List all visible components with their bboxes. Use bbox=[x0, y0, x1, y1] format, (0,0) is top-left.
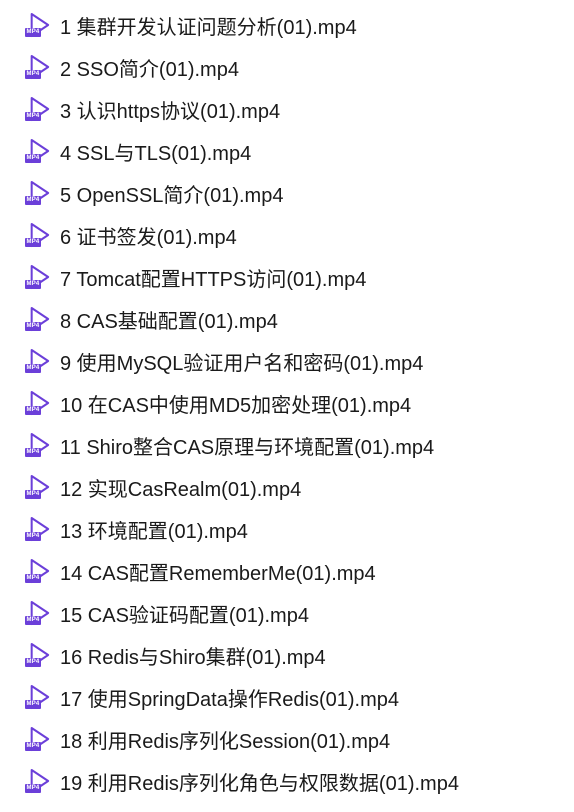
video-play-icon: MP4 bbox=[28, 474, 50, 500]
video-play-icon: MP4 bbox=[28, 54, 50, 80]
file-name-label: 1 集群开发认证问题分析(01).mp4 bbox=[60, 11, 357, 40]
file-type-badge: MP4 bbox=[25, 406, 41, 415]
file-item[interactable]: MP4 12 实现CasRealm(01).mp4 bbox=[28, 466, 574, 508]
file-item[interactable]: MP4 2 SSO简介(01).mp4 bbox=[28, 46, 574, 88]
file-name-label: 10 在CAS中使用MD5加密处理(01).mp4 bbox=[60, 389, 411, 418]
video-play-icon: MP4 bbox=[28, 12, 50, 38]
video-play-icon: MP4 bbox=[28, 558, 50, 584]
video-play-icon: MP4 bbox=[28, 684, 50, 710]
file-type-badge: MP4 bbox=[25, 28, 41, 37]
file-type-badge: MP4 bbox=[25, 448, 41, 457]
file-name-label: 14 CAS配置RememberMe(01).mp4 bbox=[60, 557, 376, 586]
file-type-badge: MP4 bbox=[25, 742, 41, 751]
file-item[interactable]: MP4 18 利用Redis序列化Session(01).mp4 bbox=[28, 718, 574, 760]
file-item[interactable]: MP4 14 CAS配置RememberMe(01).mp4 bbox=[28, 550, 574, 592]
file-name-label: 17 使用SpringData操作Redis(01).mp4 bbox=[60, 683, 399, 712]
file-type-badge: MP4 bbox=[25, 238, 41, 247]
file-name-label: 4 SSL与TLS(01).mp4 bbox=[60, 137, 251, 166]
file-type-badge: MP4 bbox=[25, 196, 41, 205]
video-play-icon: MP4 bbox=[28, 96, 50, 122]
file-name-label: 5 OpenSSL简介(01).mp4 bbox=[60, 179, 283, 208]
file-type-badge: MP4 bbox=[25, 784, 41, 793]
video-play-icon: MP4 bbox=[28, 180, 50, 206]
video-play-icon: MP4 bbox=[28, 222, 50, 248]
file-name-label: 9 使用MySQL验证用户名和密码(01).mp4 bbox=[60, 347, 423, 376]
file-item[interactable]: MP4 8 CAS基础配置(01).mp4 bbox=[28, 298, 574, 340]
file-type-badge: MP4 bbox=[25, 658, 41, 667]
video-play-icon: MP4 bbox=[28, 306, 50, 332]
file-type-badge: MP4 bbox=[25, 70, 41, 79]
file-name-label: 6 证书签发(01).mp4 bbox=[60, 221, 237, 250]
video-play-icon: MP4 bbox=[28, 768, 50, 794]
video-play-icon: MP4 bbox=[28, 264, 50, 290]
file-type-badge: MP4 bbox=[25, 364, 41, 373]
file-name-label: 7 Tomcat配置HTTPS访问(01).mp4 bbox=[60, 263, 366, 292]
file-type-badge: MP4 bbox=[25, 112, 41, 121]
file-name-label: 19 利用Redis序列化角色与权限数据(01).mp4 bbox=[60, 767, 459, 796]
file-type-badge: MP4 bbox=[25, 154, 41, 163]
file-type-badge: MP4 bbox=[25, 616, 41, 625]
file-list: MP4 1 集群开发认证问题分析(01).mp4 MP4 2 SSO简介(01).m… bbox=[28, 4, 574, 802]
file-item[interactable]: MP4 10 在CAS中使用MD5加密处理(01).mp4 bbox=[28, 382, 574, 424]
file-item[interactable]: MP4 17 使用SpringData操作Redis(01).mp4 bbox=[28, 676, 574, 718]
file-item[interactable]: MP4 15 CAS验证码配置(01).mp4 bbox=[28, 592, 574, 634]
file-type-badge: MP4 bbox=[25, 574, 41, 583]
file-name-label: 16 Redis与Shiro集群(01).mp4 bbox=[60, 641, 326, 670]
video-play-icon: MP4 bbox=[28, 138, 50, 164]
file-item[interactable]: MP4 5 OpenSSL简介(01).mp4 bbox=[28, 172, 574, 214]
file-item[interactable]: MP4 13 环境配置(01).mp4 bbox=[28, 508, 574, 550]
file-item[interactable]: MP4 1 集群开发认证问题分析(01).mp4 bbox=[28, 4, 574, 46]
file-name-label: 8 CAS基础配置(01).mp4 bbox=[60, 305, 278, 334]
file-item[interactable]: MP4 19 利用Redis序列化角色与权限数据(01).mp4 bbox=[28, 760, 574, 802]
file-item[interactable]: MP4 4 SSL与TLS(01).mp4 bbox=[28, 130, 574, 172]
file-type-badge: MP4 bbox=[25, 490, 41, 499]
video-play-icon: MP4 bbox=[28, 642, 50, 668]
video-play-icon: MP4 bbox=[28, 516, 50, 542]
file-item[interactable]: MP4 7 Tomcat配置HTTPS访问(01).mp4 bbox=[28, 256, 574, 298]
file-type-badge: MP4 bbox=[25, 280, 41, 289]
file-item[interactable]: MP4 11 Shiro整合CAS原理与环境配置(01).mp4 bbox=[28, 424, 574, 466]
file-name-label: 12 实现CasRealm(01).mp4 bbox=[60, 473, 301, 502]
file-name-label: 11 Shiro整合CAS原理与环境配置(01).mp4 bbox=[60, 431, 434, 460]
video-play-icon: MP4 bbox=[28, 390, 50, 416]
video-play-icon: MP4 bbox=[28, 600, 50, 626]
file-item[interactable]: MP4 3 认识https协议(01).mp4 bbox=[28, 88, 574, 130]
file-type-badge: MP4 bbox=[25, 322, 41, 331]
file-name-label: 15 CAS验证码配置(01).mp4 bbox=[60, 599, 309, 628]
file-item[interactable]: MP4 6 证书签发(01).mp4 bbox=[28, 214, 574, 256]
file-name-label: 3 认识https协议(01).mp4 bbox=[60, 95, 280, 124]
file-item[interactable]: MP4 9 使用MySQL验证用户名和密码(01).mp4 bbox=[28, 340, 574, 382]
file-type-badge: MP4 bbox=[25, 532, 41, 541]
file-name-label: 18 利用Redis序列化Session(01).mp4 bbox=[60, 725, 390, 754]
file-item[interactable]: MP4 16 Redis与Shiro集群(01).mp4 bbox=[28, 634, 574, 676]
file-name-label: 13 环境配置(01).mp4 bbox=[60, 515, 248, 544]
file-name-label: 2 SSO简介(01).mp4 bbox=[60, 53, 239, 82]
file-type-badge: MP4 bbox=[25, 700, 41, 709]
video-play-icon: MP4 bbox=[28, 726, 50, 752]
video-play-icon: MP4 bbox=[28, 348, 50, 374]
video-play-icon: MP4 bbox=[28, 432, 50, 458]
